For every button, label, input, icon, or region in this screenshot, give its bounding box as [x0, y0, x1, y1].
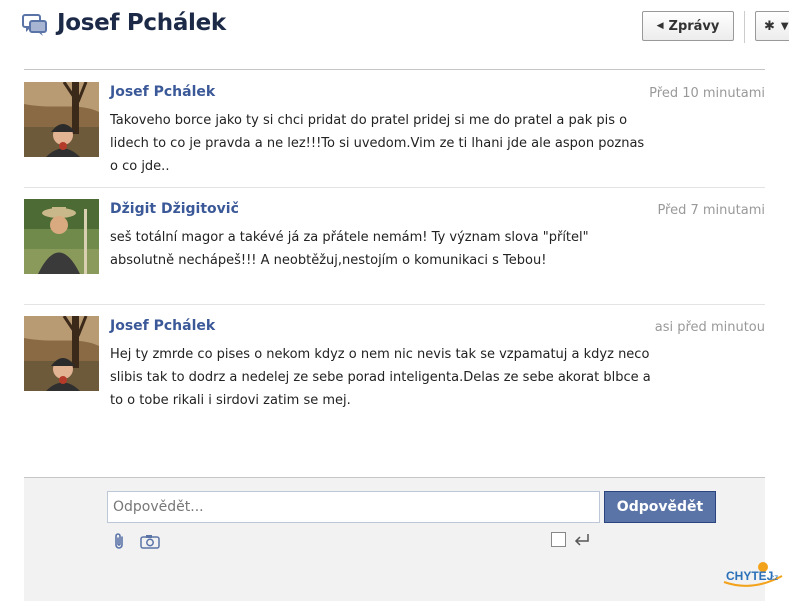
- svg-text:CHYTEJ: CHYTEJ: [726, 569, 773, 583]
- back-button-label: Zprávy: [668, 18, 720, 34]
- paperclip-icon[interactable]: [111, 532, 127, 550]
- back-to-messages-button[interactable]: ◀ Zprávy: [642, 11, 734, 41]
- message-text: Takoveho borce jako ty si chci pridat do…: [110, 113, 645, 174]
- reply-composer: Odpovědět: [24, 477, 765, 601]
- message-author[interactable]: Josef Pchálek: [110, 318, 215, 334]
- message-timestamp: Před 7 minutami: [657, 203, 765, 218]
- message-timestamp: asi před minutou: [654, 320, 765, 335]
- enter-to-send-checkbox[interactable]: [551, 532, 566, 547]
- message-author[interactable]: Josef Pchálek: [110, 84, 215, 100]
- avatar[interactable]: [24, 82, 99, 157]
- avatar[interactable]: [24, 199, 99, 274]
- svg-text:.cz: .cz: [768, 573, 778, 582]
- chytej-logo: CHYTEJ .cz: [723, 562, 783, 587]
- camera-icon[interactable]: [140, 534, 160, 549]
- message-divider: [24, 187, 765, 188]
- page-title: Josef Pchálek: [57, 10, 226, 36]
- header-divider-line: [24, 69, 765, 70]
- message-text: Hej ty zmrde co pises o nekom kdyz o nem…: [110, 347, 651, 408]
- message-divider: [24, 304, 765, 305]
- chevron-down-icon: ▼: [780, 20, 789, 32]
- header-divider: [744, 11, 745, 43]
- messages-icon: [22, 14, 47, 36]
- message-text: seš totální magor a takévé já za přátele…: [110, 230, 589, 268]
- conversation-header: Josef Pchálek ◀ Zprávy ✱ ▼: [0, 0, 789, 56]
- enter-arrow-icon: [574, 534, 589, 546]
- avatar[interactable]: [24, 316, 99, 391]
- message-author[interactable]: Džigit Džigitovič: [110, 201, 239, 217]
- actions-button[interactable]: ✱ ▼: [755, 11, 789, 41]
- arrow-left-icon: ◀: [656, 21, 664, 31]
- gear-icon: ✱: [764, 18, 775, 34]
- reply-input[interactable]: [107, 491, 600, 523]
- message-timestamp: Před 10 minutami: [649, 86, 765, 101]
- reply-button[interactable]: Odpovědět: [604, 491, 716, 523]
